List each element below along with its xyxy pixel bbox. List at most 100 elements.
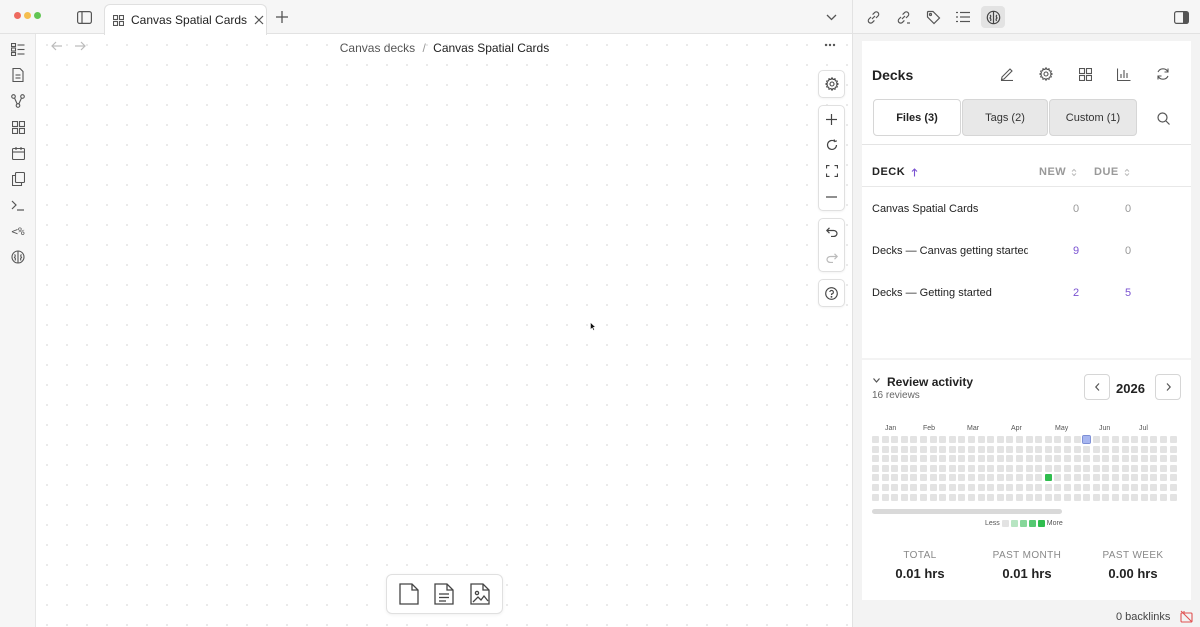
grid-view-icon[interactable] xyxy=(1076,65,1094,83)
heatmap-cell[interactable] xyxy=(1073,445,1081,453)
heatmap-cell[interactable] xyxy=(872,464,879,472)
more-options-icon[interactable] xyxy=(824,43,836,47)
heatmap-cell[interactable] xyxy=(881,436,889,443)
heatmap-cell[interactable] xyxy=(1150,445,1158,453)
heatmap-cell[interactable] xyxy=(900,436,908,443)
calendar-icon[interactable] xyxy=(9,144,27,162)
add-note-icon[interactable] xyxy=(434,583,455,605)
heatmap-cell[interactable] xyxy=(910,484,918,491)
heatmap-cell[interactable] xyxy=(1035,445,1043,453)
heatmap-cell[interactable] xyxy=(1035,484,1043,491)
heatmap-cell[interactable] xyxy=(872,436,879,443)
pages-icon[interactable] xyxy=(9,170,27,188)
heatmap-cell[interactable] xyxy=(1006,484,1014,491)
heatmap-cell[interactable] xyxy=(1054,436,1062,443)
zoom-out-icon[interactable] xyxy=(819,184,844,210)
heatmap-cell[interactable] xyxy=(1112,445,1119,453)
tab-files[interactable]: Files (3) xyxy=(873,99,961,136)
heatmap-cell[interactable] xyxy=(968,484,975,491)
heatmap-cell[interactable] xyxy=(920,474,927,482)
heatmap-cell[interactable] xyxy=(1083,493,1091,501)
heatmap-cell[interactable] xyxy=(910,445,918,453)
heatmap-cell[interactable] xyxy=(929,484,937,491)
column-header-new[interactable]: NEW xyxy=(1039,166,1077,178)
tab-custom[interactable]: Custom (1) xyxy=(1049,99,1137,136)
heatmap-cell[interactable] xyxy=(1083,445,1091,453)
heatmap-cell[interactable] xyxy=(872,474,879,482)
heatmap-cell[interactable] xyxy=(920,493,927,501)
heatmap-cell[interactable] xyxy=(1160,436,1167,443)
heatmap-cell[interactable] xyxy=(948,493,956,501)
help-icon[interactable] xyxy=(819,280,844,306)
heatmap-cell[interactable] xyxy=(1035,436,1043,443)
heatmap-cell[interactable] xyxy=(1131,464,1139,472)
heatmap-cell[interactable] xyxy=(1035,474,1043,482)
heatmap-cell[interactable] xyxy=(1112,484,1119,491)
heatmap-cell[interactable] xyxy=(1044,493,1052,501)
heatmap-cell[interactable] xyxy=(958,455,966,463)
heatmap-cell[interactable] xyxy=(1025,455,1033,463)
heatmap-cell[interactable] xyxy=(1016,484,1023,491)
heatmap-cell[interactable] xyxy=(881,484,889,491)
heatmap-cell[interactable] xyxy=(1140,464,1148,472)
heatmap-cell[interactable] xyxy=(1160,455,1167,463)
heatmap-cell[interactable] xyxy=(929,474,937,482)
heatmap-cell[interactable] xyxy=(948,436,956,443)
heatmap-cell[interactable] xyxy=(1073,464,1081,472)
heatmap-cell[interactable] xyxy=(929,445,937,453)
heatmap-cell[interactable] xyxy=(1112,464,1119,472)
heatmap-cell[interactable] xyxy=(968,445,975,453)
heatmap-cell[interactable] xyxy=(881,464,889,472)
heatmap-cell[interactable] xyxy=(1150,474,1158,482)
heatmap-cell[interactable] xyxy=(872,455,879,463)
heatmap-cell[interactable] xyxy=(881,493,889,501)
heatmap-cell[interactable] xyxy=(920,455,927,463)
next-year-button[interactable] xyxy=(1155,374,1181,400)
heatmap-cell[interactable] xyxy=(1044,455,1052,463)
heatmap-cell[interactable] xyxy=(1102,455,1110,463)
heatmap-cell[interactable] xyxy=(996,474,1004,482)
heatmap-cell[interactable] xyxy=(939,484,947,491)
heatmap-cell[interactable] xyxy=(1016,474,1023,482)
doc-icon[interactable] xyxy=(9,66,27,84)
heatmap-cell[interactable] xyxy=(1083,455,1091,463)
settings-gear-icon[interactable] xyxy=(1037,65,1055,83)
heatmap-cell[interactable] xyxy=(1092,484,1100,491)
heatmap-cell[interactable] xyxy=(968,455,975,463)
graph-icon[interactable] xyxy=(9,92,27,110)
heatmap-cell[interactable] xyxy=(968,436,975,443)
heatmap-cell[interactable] xyxy=(1140,455,1148,463)
heatmap-cell[interactable] xyxy=(996,464,1004,472)
outline-list-icon[interactable] xyxy=(951,6,975,28)
heatmap-cell[interactable] xyxy=(939,464,947,472)
heatmap-cell[interactable] xyxy=(872,493,879,501)
column-header-due[interactable]: DUE xyxy=(1094,166,1130,178)
heatmap-cell[interactable] xyxy=(1121,474,1129,482)
heatmap-cell[interactable] xyxy=(987,464,995,472)
heatmap-cell[interactable] xyxy=(1121,464,1129,472)
heatmap-cell[interactable] xyxy=(996,445,1004,453)
heatmap-cell[interactable] xyxy=(1016,455,1023,463)
brain-icon[interactable] xyxy=(981,6,1005,28)
heatmap-cell[interactable] xyxy=(1006,493,1014,501)
outgoing-link-icon[interactable] xyxy=(891,6,915,28)
heatmap-cell[interactable] xyxy=(1025,464,1033,472)
heatmap-cell[interactable] xyxy=(891,474,899,482)
heatmap-cell[interactable] xyxy=(1169,464,1177,472)
heatmap-scrollbar[interactable] xyxy=(872,509,1062,514)
heatmap-cell[interactable] xyxy=(958,484,966,491)
heatmap-cell[interactable] xyxy=(900,455,908,463)
heatmap-cell[interactable] xyxy=(1140,493,1148,501)
heatmap-cell[interactable] xyxy=(910,493,918,501)
heatmap-cell[interactable] xyxy=(929,436,937,443)
heatmap-cell[interactable] xyxy=(1092,493,1100,501)
heatmap-cell[interactable] xyxy=(1131,445,1139,453)
heatmap-cell[interactable] xyxy=(1064,436,1071,443)
heatmap-cell[interactable] xyxy=(1140,484,1148,491)
heatmap-cell[interactable] xyxy=(1092,455,1100,463)
heatmap-cell[interactable] xyxy=(1121,436,1129,443)
heatmap-cell[interactable] xyxy=(872,445,879,453)
heatmap-cell[interactable] xyxy=(987,493,995,501)
heatmap-cell[interactable] xyxy=(987,436,995,443)
heatmap-cell[interactable] xyxy=(948,464,956,472)
